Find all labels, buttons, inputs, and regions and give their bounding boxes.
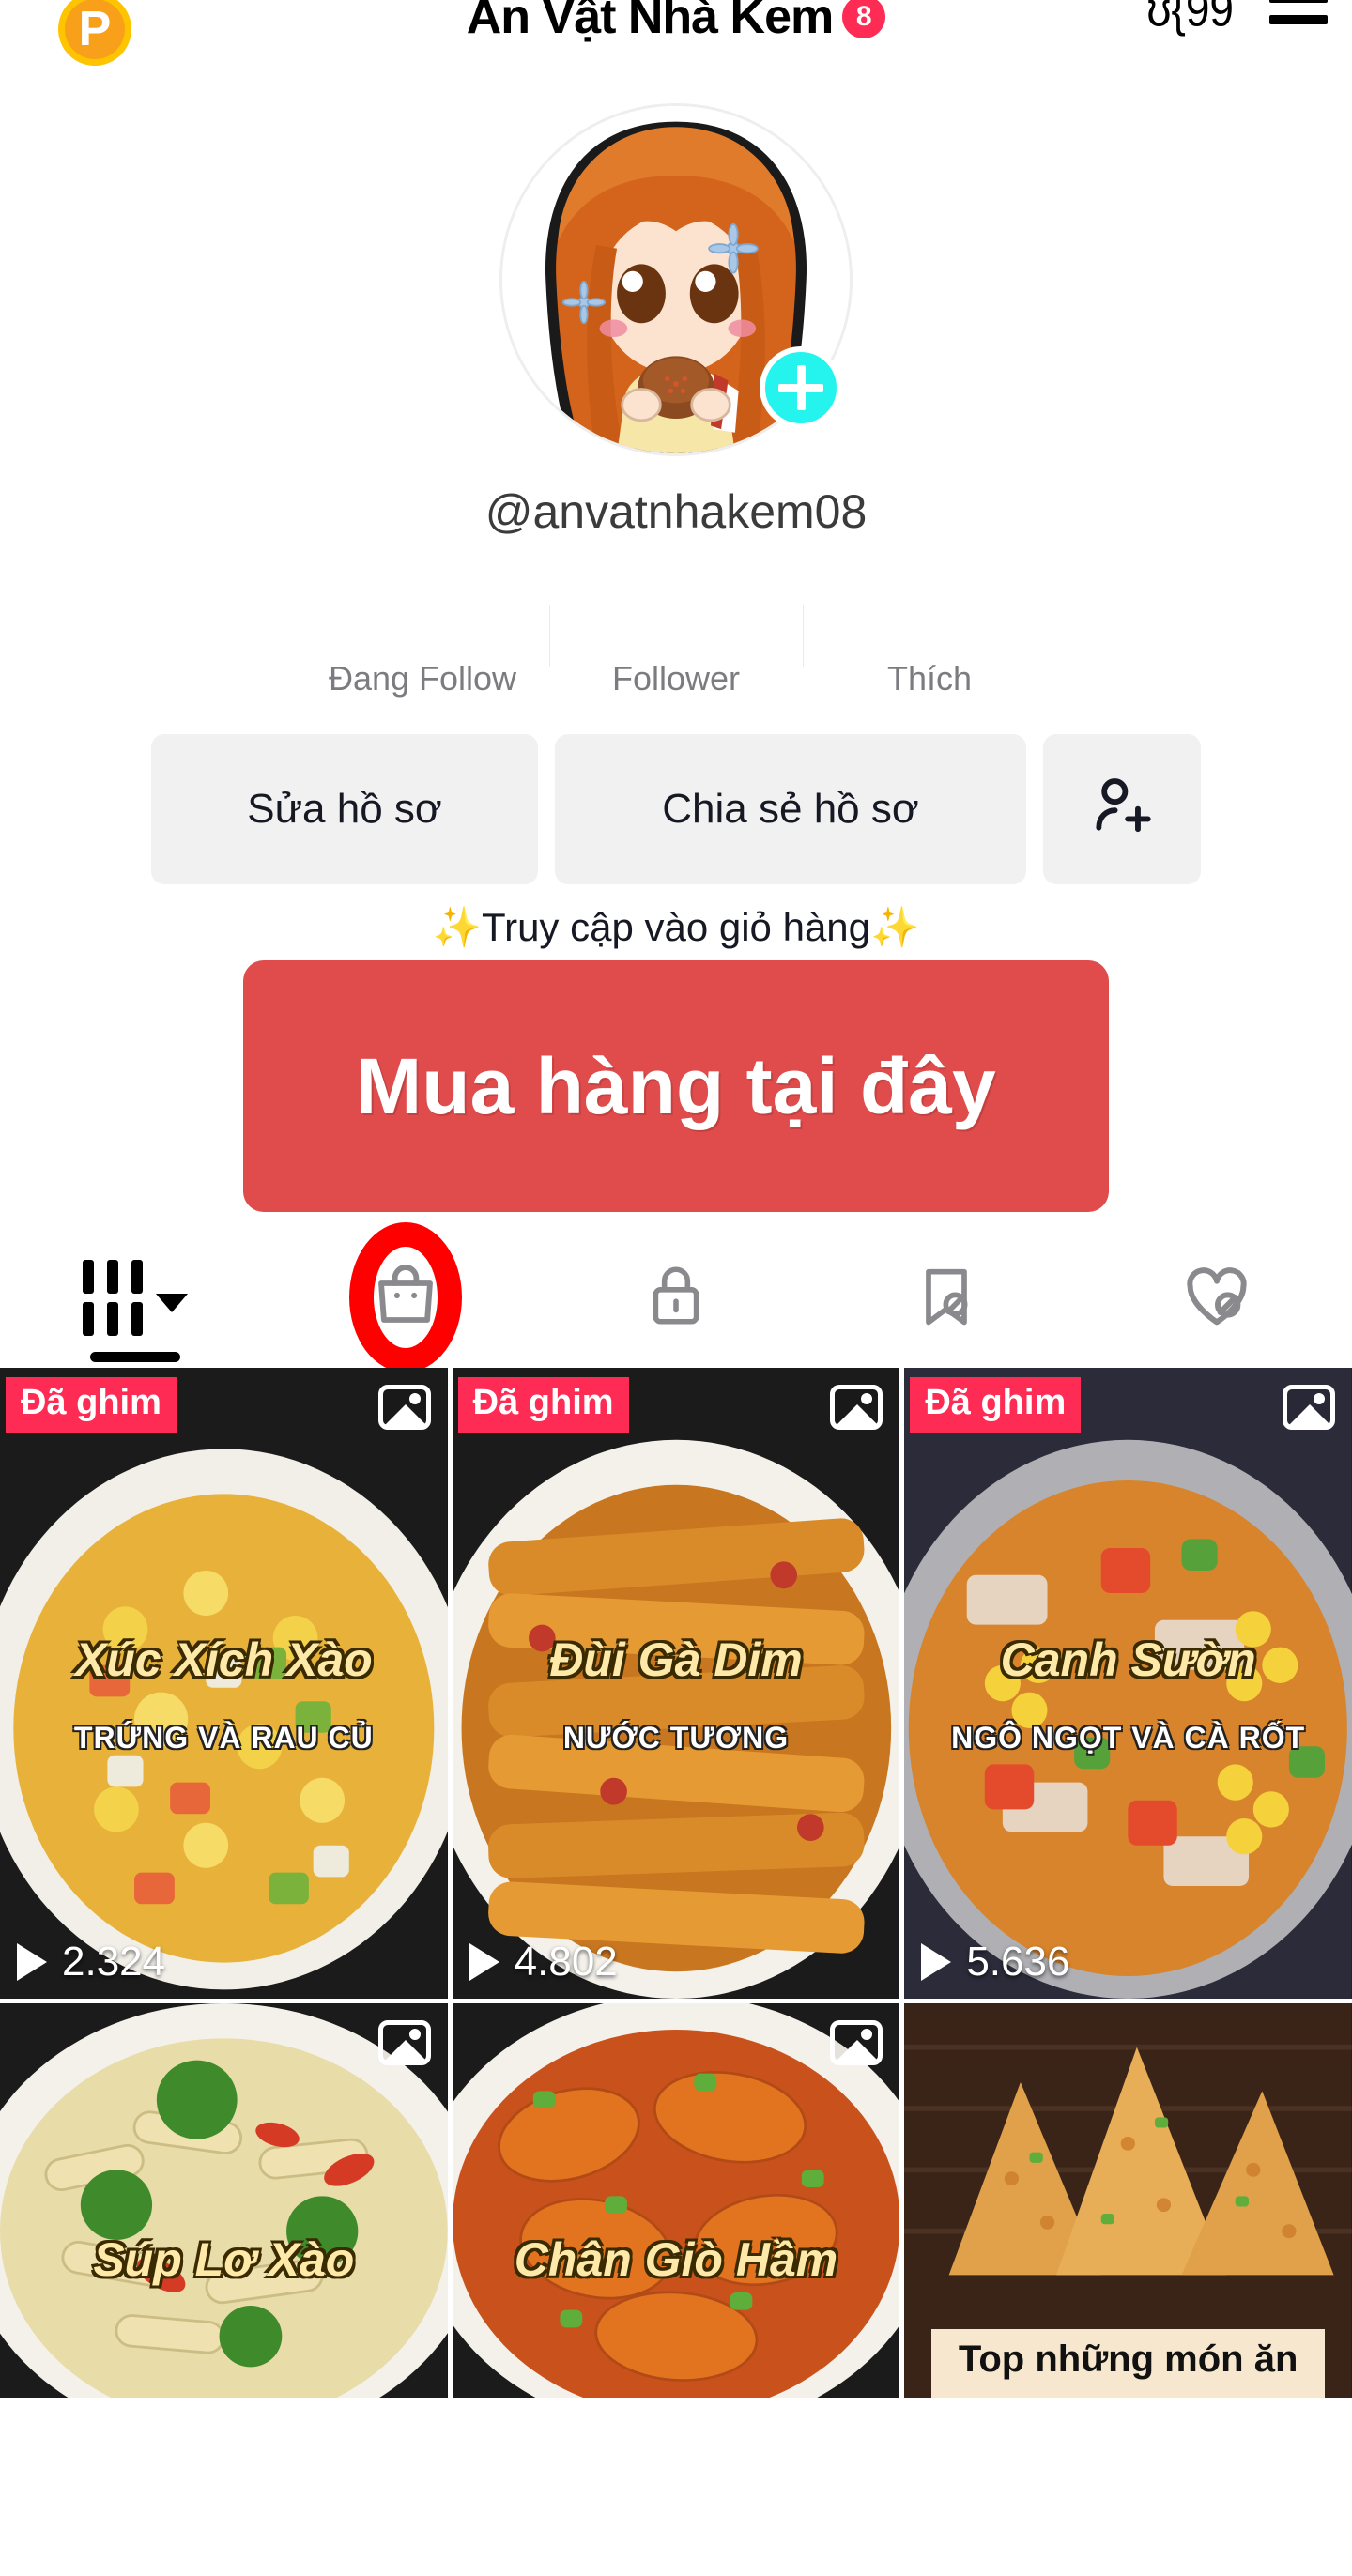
hamburger-menu-icon[interactable]: [1269, 0, 1328, 24]
stat-followers-label: Follower: [611, 659, 741, 698]
avatar-block: [0, 103, 1352, 456]
app-header: P An Vật Nhà Kem 8 ʊ{99: [0, 0, 1352, 66]
sidebar-item-grid[interactable]: [0, 1227, 270, 1368]
stat-following-value: [296, 597, 549, 646]
video-banner-text: Top những món ăn: [930, 2329, 1326, 2398]
multiple-photos-icon: [377, 2020, 431, 2065]
sidebar-item-liked[interactable]: [1082, 1227, 1352, 1368]
sidebar-item-private[interactable]: [541, 1227, 811, 1368]
video-tile[interactable]: Chân Giò Hầm: [452, 2003, 900, 2398]
grid-dropdown-icon: [83, 1259, 188, 1336]
profile-tabbar: [0, 1222, 1352, 1372]
video-subtitle: NƯỚC TƯƠNG: [562, 1721, 790, 1756]
heart-hidden-icon: [1179, 1258, 1254, 1338]
video-tile[interactable]: Top những món ăn: [904, 2003, 1352, 2398]
bottom-spacer: [0, 2435, 1352, 2576]
video-title: Đùi Gà Dim: [549, 1633, 803, 1687]
video-tile[interactable]: Súp Lơ Xào: [0, 2003, 448, 2398]
avatar[interactable]: [499, 103, 853, 456]
buy-here-button[interactable]: Mua hàng tại đây: [243, 960, 1109, 1212]
page-title: An Vật Nhà Kem: [466, 0, 835, 44]
video-grid: Đã ghim Xúc Xích Xào TRỨNG VÀ RAU CỦ 2.3…: [0, 1368, 1352, 2398]
edit-profile-button[interactable]: Sửa hồ sơ: [151, 734, 538, 884]
play-count-value: 2.324: [62, 1939, 166, 1985]
shopping-bag-icon: [369, 1259, 442, 1337]
video-title: Súp Lơ Xào: [93, 2232, 355, 2286]
share-profile-button[interactable]: Chia sẻ hồ sơ: [555, 734, 1026, 884]
stat-likes-label: Thích: [886, 659, 973, 698]
username: @anvatnhakem08: [484, 485, 868, 538]
multiple-photos-icon: [830, 1385, 883, 1430]
video-title: Xúc Xích Xào: [74, 1633, 373, 1687]
inbox-icon[interactable]: ʊ{99: [1146, 0, 1234, 38]
stat-followers-value: [549, 597, 803, 646]
multiple-photos-icon: [377, 1385, 431, 1430]
play-count: 4.802: [469, 1939, 618, 1986]
video-tile[interactable]: Đã ghim Đùi Gà Dim NƯỚC TƯƠNG 4.802: [452, 1368, 900, 1999]
person-add-icon: [1087, 770, 1157, 850]
active-tab-underline: [90, 1352, 180, 1362]
plus-icon[interactable]: [760, 346, 842, 429]
pinned-badge: Đã ghim: [457, 1377, 629, 1433]
stat-following-label: Đang Follow: [328, 659, 517, 698]
profile-actions: Sửa hồ sơ Chia sẻ hồ sơ: [0, 734, 1352, 884]
video-subtitle: NGÔ NGỌT VÀ CÀ RỐT: [951, 1721, 1306, 1756]
sidebar-item-shop[interactable]: [270, 1222, 541, 1372]
pinned-badge: Đã ghim: [6, 1377, 177, 1433]
bookmark-hidden-icon: [911, 1260, 982, 1336]
profile-bio: ✨Truy cập vào giỏ hàng✨: [432, 905, 920, 949]
video-title: Canh Sườn: [1000, 1633, 1256, 1687]
stat-following[interactable]: Đang Follow: [296, 597, 549, 698]
stat-likes[interactable]: Thích: [803, 597, 1056, 698]
notification-badge[interactable]: 8: [842, 0, 886, 38]
play-count: 2.324: [17, 1939, 165, 1986]
video-title: Chân Giò Hầm: [514, 2232, 838, 2286]
lock-icon: [641, 1261, 711, 1335]
video-tile[interactable]: Đã ghim Xúc Xích Xào TRỨNG VÀ RAU CỦ 2.3…: [0, 1368, 448, 1999]
video-tile[interactable]: Đã ghim Canh Sườn NGÔ NGỌT VÀ CÀ RỐT 5.6…: [904, 1368, 1352, 1999]
cta-wrap: Mua hàng tại đây: [0, 960, 1352, 1212]
pinned-badge: Đã ghim: [910, 1377, 1082, 1433]
play-count-value: 4.802: [514, 1939, 618, 1985]
play-icon: [921, 1943, 952, 1981]
profile-stats: Đang Follow Follower Thích: [0, 597, 1352, 698]
stat-followers[interactable]: Follower: [549, 597, 803, 698]
play-icon: [17, 1943, 47, 1981]
multiple-photos-icon: [830, 2020, 883, 2065]
play-icon: [469, 1943, 499, 1981]
multiple-photos-icon: [1282, 1385, 1335, 1430]
sidebar-item-saved[interactable]: [811, 1227, 1082, 1368]
video-subtitle: TRỨNG VÀ RAU CỦ: [73, 1721, 374, 1756]
header-actions: ʊ{99: [1146, 0, 1328, 37]
play-count: 5.636: [921, 1939, 1069, 1986]
add-friend-button[interactable]: [1043, 734, 1201, 884]
play-count-value: 5.636: [966, 1939, 1070, 1985]
stat-likes-value: [803, 597, 1056, 646]
